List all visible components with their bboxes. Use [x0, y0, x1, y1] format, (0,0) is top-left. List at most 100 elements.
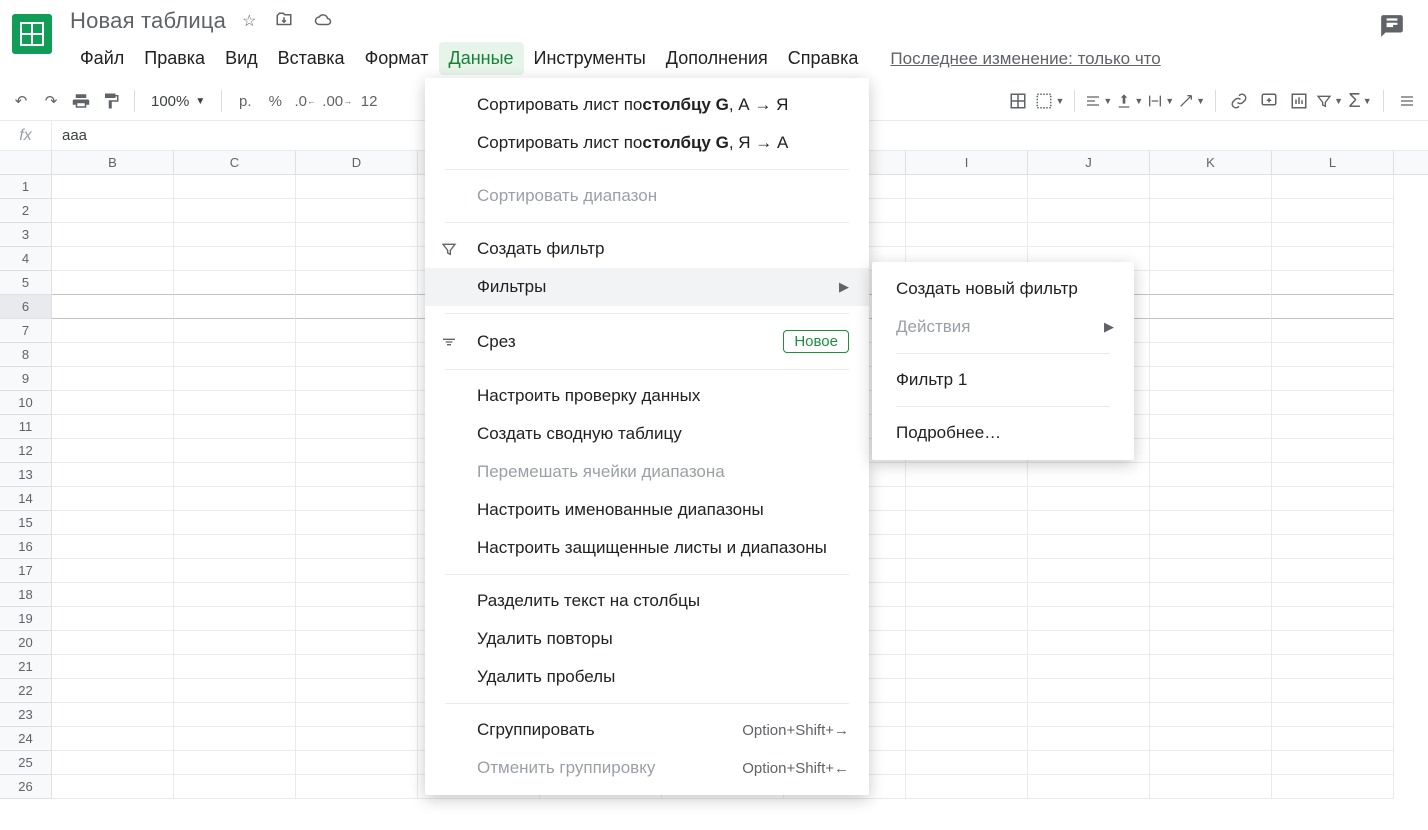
row-header[interactable]: 3 [0, 223, 52, 247]
cell[interactable] [906, 631, 1028, 655]
cell[interactable] [1150, 727, 1272, 751]
cell[interactable] [1028, 487, 1150, 511]
cell[interactable] [174, 583, 296, 607]
redo-icon[interactable]: ↷ [38, 87, 64, 115]
cell[interactable] [906, 463, 1028, 487]
cell[interactable] [52, 775, 174, 799]
cell[interactable] [296, 223, 418, 247]
cell[interactable] [174, 199, 296, 223]
cell[interactable] [1028, 607, 1150, 631]
cell[interactable] [1028, 679, 1150, 703]
row-header[interactable]: 14 [0, 487, 52, 511]
cell[interactable] [906, 223, 1028, 247]
cell[interactable] [296, 703, 418, 727]
cell[interactable] [52, 391, 174, 415]
cell[interactable] [174, 439, 296, 463]
cell[interactable] [1028, 583, 1150, 607]
cell[interactable] [1028, 727, 1150, 751]
cell[interactable] [1150, 511, 1272, 535]
cell[interactable] [296, 199, 418, 223]
link-icon[interactable] [1226, 87, 1252, 115]
cell[interactable] [1150, 343, 1272, 367]
last-edit-link[interactable]: Последнее изменение: только что [890, 49, 1160, 69]
cell[interactable] [1272, 175, 1394, 199]
cell[interactable] [52, 703, 174, 727]
menu-data[interactable]: Данные [439, 42, 524, 75]
cell[interactable] [1028, 223, 1150, 247]
cell[interactable] [1150, 247, 1272, 271]
print-icon[interactable] [68, 87, 94, 115]
cell[interactable] [1272, 391, 1394, 415]
functions-icon[interactable]: Σ▼ [1347, 87, 1373, 115]
cell[interactable] [174, 655, 296, 679]
row-header[interactable]: 4 [0, 247, 52, 271]
menu-help[interactable]: Справка [778, 42, 869, 75]
cell[interactable] [296, 463, 418, 487]
cell[interactable] [1150, 463, 1272, 487]
row-header[interactable]: 11 [0, 415, 52, 439]
halign-icon[interactable]: ▼ [1085, 87, 1112, 115]
increase-decimal-button[interactable]: .00→ [322, 87, 352, 115]
cell[interactable] [906, 751, 1028, 775]
cell[interactable] [1150, 655, 1272, 679]
cell[interactable] [174, 511, 296, 535]
cell[interactable] [1272, 583, 1394, 607]
column-header[interactable]: D [296, 151, 418, 174]
cell[interactable] [906, 175, 1028, 199]
cell[interactable] [174, 175, 296, 199]
row-header[interactable]: 23 [0, 703, 52, 727]
cell[interactable] [1150, 439, 1272, 463]
cell[interactable] [174, 223, 296, 247]
cell[interactable] [52, 751, 174, 775]
cell[interactable] [1028, 511, 1150, 535]
cell[interactable] [1272, 463, 1394, 487]
submenu-filter-1[interactable]: Фильтр 1 [872, 361, 1134, 399]
cell[interactable] [1028, 703, 1150, 727]
row-header[interactable]: 10 [0, 391, 52, 415]
row-header[interactable]: 13 [0, 463, 52, 487]
cell[interactable] [1150, 775, 1272, 799]
cell[interactable] [52, 319, 174, 343]
star-icon[interactable]: ☆ [242, 11, 256, 31]
row-header[interactable]: 16 [0, 535, 52, 559]
menu-sort-desc[interactable]: Сортировать лист по столбцу G, Я → А [425, 124, 869, 162]
row-header[interactable]: 9 [0, 367, 52, 391]
cell[interactable] [52, 583, 174, 607]
cell[interactable] [296, 343, 418, 367]
cell[interactable] [1028, 199, 1150, 223]
cell[interactable] [1150, 367, 1272, 391]
cell[interactable] [174, 559, 296, 583]
cell[interactable] [174, 367, 296, 391]
cell[interactable] [174, 703, 296, 727]
cell[interactable] [52, 727, 174, 751]
row-header[interactable]: 19 [0, 607, 52, 631]
cell[interactable] [1150, 751, 1272, 775]
menu-insert[interactable]: Вставка [268, 42, 355, 75]
cell[interactable] [1150, 583, 1272, 607]
wrap-icon[interactable]: ▼ [1147, 87, 1174, 115]
move-icon[interactable] [274, 11, 294, 31]
cell[interactable] [1028, 775, 1150, 799]
cell[interactable] [174, 319, 296, 343]
cell[interactable] [1150, 223, 1272, 247]
more-formats-button[interactable]: 12 [356, 87, 382, 115]
cell[interactable] [52, 247, 174, 271]
cell[interactable] [174, 751, 296, 775]
cell[interactable] [174, 535, 296, 559]
column-header[interactable]: J [1028, 151, 1150, 174]
cell[interactable] [174, 607, 296, 631]
column-header[interactable]: C [174, 151, 296, 174]
menu-trim[interactable]: Удалить пробелы [425, 658, 869, 696]
rotate-icon[interactable]: ▼ [1178, 87, 1205, 115]
cell[interactable] [1272, 655, 1394, 679]
cell[interactable] [174, 271, 296, 295]
menu-named-ranges[interactable]: Настроить именованные диапазоны [425, 491, 869, 529]
undo-icon[interactable]: ↶ [8, 87, 34, 115]
cell[interactable] [1150, 559, 1272, 583]
cell[interactable] [1150, 487, 1272, 511]
sheets-logo[interactable] [12, 14, 52, 54]
cell[interactable] [1272, 535, 1394, 559]
cell[interactable] [1150, 294, 1272, 319]
column-header[interactable]: B [52, 151, 174, 174]
cell[interactable] [174, 247, 296, 271]
